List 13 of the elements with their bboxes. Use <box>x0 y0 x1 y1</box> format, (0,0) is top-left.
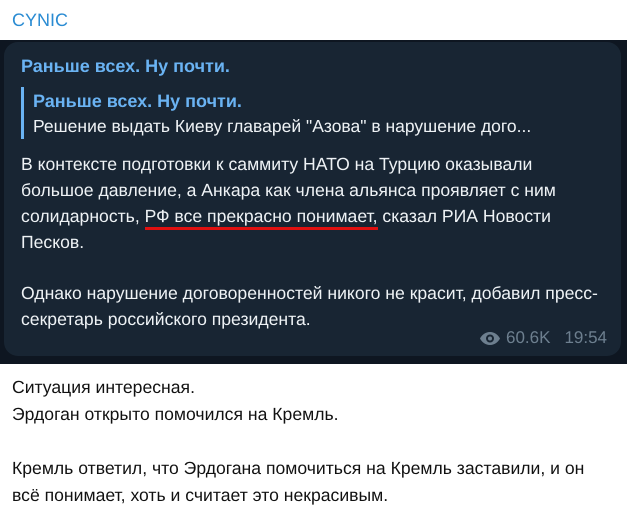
message-time: 19:54 <box>564 328 607 348</box>
message-author[interactable]: Раньше всех. Ну почти. <box>21 56 607 77</box>
reply-quote[interactable]: Раньше всех. Ну почти. Решение выдать Киеву главарей "Азова" в нарушение дого... <box>21 87 607 139</box>
eye-icon <box>480 332 500 344</box>
comment-line: Эрдоган открыто помочился на Кремль. <box>12 403 340 426</box>
comment-line: Ситуация интересная. <box>12 376 196 399</box>
message-paragraph: Однако нарушение договоренностей никого не красит, добавил пресс-секретарь российского президента. <box>21 282 599 331</box>
comment-line: Кремль ответил, что Эрдогана помочиться на Кремль заставили, и он всё понимает, хоть и считает это некрасивым. <box>12 457 586 507</box>
channel-name[interactable]: CYNIC <box>12 10 68 30</box>
reply-author: Раньше всех. Ну почти. <box>33 91 243 112</box>
message-paragraph: В контексте подготовки к саммиту НАТО на Турцию оказывали большое давление, а Анкара как члена альянса проявляет с ним солидарность, РФ все прекрасно понимает, сказал РИА Новости Песков. <box>21 153 557 254</box>
reply-text: Решение выдать Киеву главарей "Азова" в нарушение дого... <box>33 116 532 137</box>
view-count: 60.6K <box>506 328 550 348</box>
